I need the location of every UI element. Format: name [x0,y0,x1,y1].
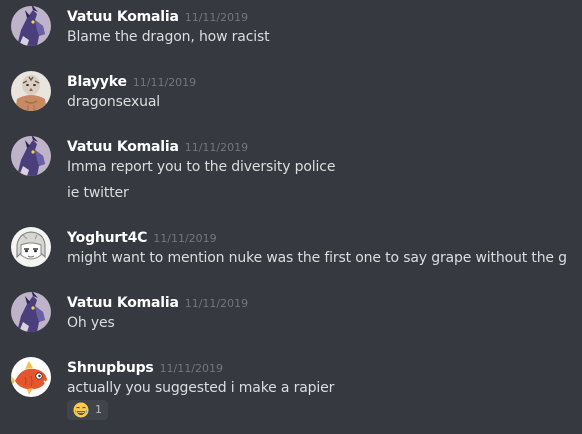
tiger-person-avatar[interactable] [11,71,51,111]
username[interactable]: Blayyke [67,74,127,90]
purple-dragon-avatar[interactable] [11,6,51,46]
message-header: Blayyke 11/11/2019 [67,71,196,93]
message-header: Shnupbups 11/11/2019 [67,357,223,379]
timestamp: 11/11/2019 [184,11,249,24]
magikarp-avatar[interactable] [11,357,51,397]
message-text: Imma report you to the diversity police [67,159,336,175]
message-header: Yoghurt4C 11/11/2019 [67,227,217,249]
anime-sketch-avatar[interactable] [11,227,51,267]
message-text: Blame the dragon, how racist [67,29,270,45]
timestamp: 11/11/2019 [132,76,197,89]
reaction-button[interactable]: 1 [67,400,108,420]
message-header: Vatuu Komalia 11/11/2019 [67,136,248,158]
username[interactable]: Vatuu Komalia [67,139,179,155]
message-text: actually you suggested i make a rapier [67,380,335,396]
message-text: dragonsexual [67,94,161,110]
message-header: Vatuu Komalia 11/11/2019 [67,6,248,28]
message-text: Oh yes [67,315,115,331]
timestamp: 11/11/2019 [159,362,223,375]
message-text: might want to mention nuke was the first… [67,250,567,266]
joy-emoji-icon [73,402,89,418]
username[interactable]: Vatuu Komalia [67,295,179,311]
reaction-count: 1 [95,403,102,416]
username[interactable]: Yoghurt4C [67,230,147,246]
username[interactable]: Vatuu Komalia [67,9,179,25]
message-list: Vatuu Komalia 11/11/2019 Blame the dragon… [0,0,582,434]
message-header: Vatuu Komalia 11/11/2019 [67,292,248,314]
message-text: ie twitter [67,185,129,201]
username[interactable]: Shnupbups [67,360,154,376]
timestamp: 11/11/2019 [184,141,249,154]
purple-dragon-avatar[interactable] [11,136,51,176]
timestamp: 11/11/2019 [184,297,249,310]
timestamp: 11/11/2019 [153,232,217,245]
purple-dragon-avatar[interactable] [11,292,51,332]
